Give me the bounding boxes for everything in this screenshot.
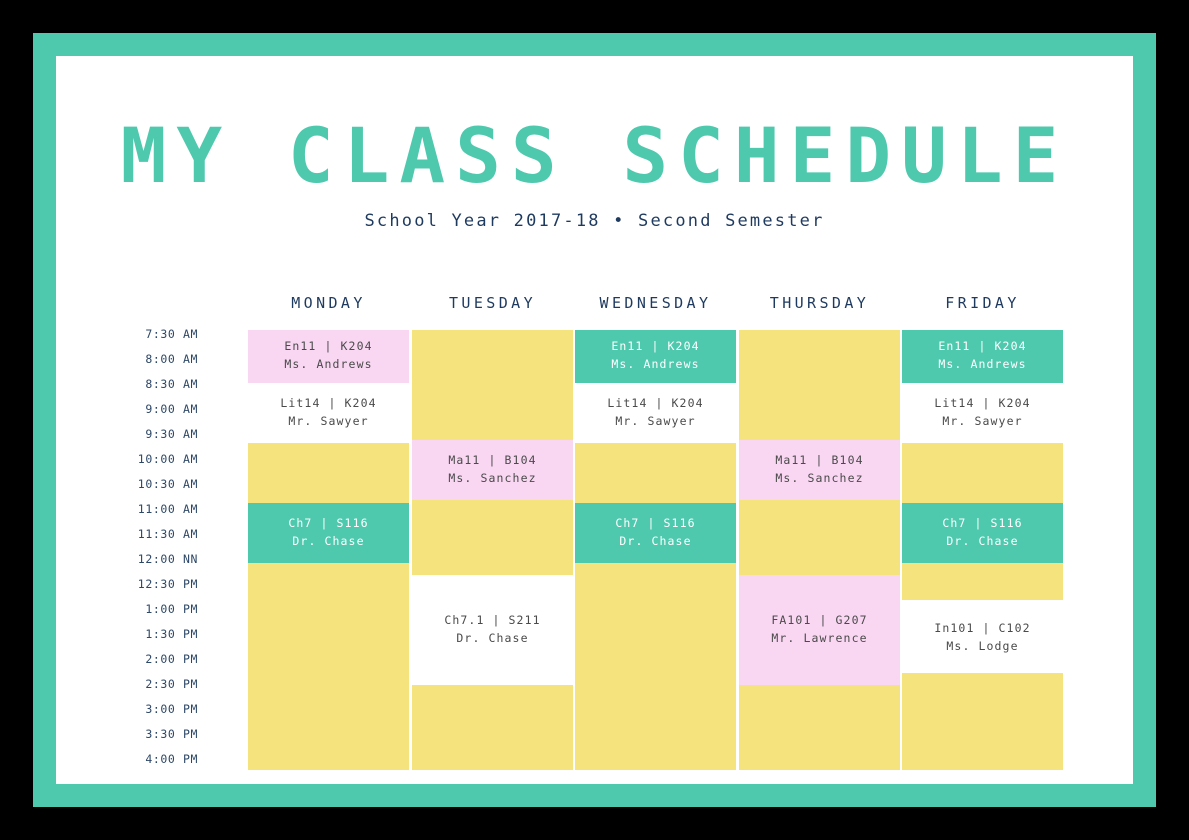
class-teacher: Ms. Sanchez bbox=[448, 471, 537, 485]
free-slot-block bbox=[902, 672, 1063, 770]
class-code: Lit14 | K204 bbox=[934, 395, 1031, 410]
time-label: 10:00 AM bbox=[137, 452, 198, 466]
class-block[interactable]: Ch7.1 | S211 Dr. Chase bbox=[412, 575, 573, 685]
class-teacher: Ms. Andrews bbox=[284, 357, 373, 372]
time-label: 3:30 PM bbox=[145, 727, 198, 741]
class-code: Ch7 | S116 bbox=[288, 515, 369, 530]
class-teacher: Ms. Andrews bbox=[611, 357, 700, 372]
time-label: 4:00 PM bbox=[145, 752, 198, 766]
free-slot-block bbox=[248, 442, 409, 503]
free-slot-block bbox=[248, 562, 409, 770]
time-label: 7:30 AM bbox=[145, 327, 198, 341]
class-code: In101 | C102 bbox=[934, 620, 1031, 635]
class-block[interactable]: Ma11 | B104 Ms. Sanchez bbox=[739, 440, 900, 500]
class-code: FA101 | G207 bbox=[771, 613, 868, 628]
class-teacher: Dr. Chase bbox=[292, 533, 365, 548]
free-slot-block bbox=[412, 330, 573, 440]
free-slot-block bbox=[575, 442, 736, 503]
time-label: 2:00 PM bbox=[145, 652, 198, 666]
free-slot-block bbox=[739, 685, 900, 770]
free-slot-block bbox=[575, 562, 736, 770]
class-teacher: Mr. Sawyer bbox=[942, 413, 1023, 428]
free-slot-block bbox=[739, 500, 900, 575]
day-header-monday: MONDAY bbox=[291, 294, 366, 312]
class-teacher: Ms. Sanchez bbox=[775, 471, 864, 485]
class-block[interactable]: In101 | C102 Ms. Lodge bbox=[902, 602, 1063, 673]
class-block[interactable]: FA101 | G207 Mr. Lawrence bbox=[739, 575, 900, 685]
class-code: Ch7 | S116 bbox=[615, 515, 696, 530]
class-code: Lit14 | K204 bbox=[280, 395, 377, 410]
class-teacher: Ms. Andrews bbox=[938, 357, 1027, 372]
time-label: 10:30 AM bbox=[137, 477, 198, 491]
day-column-friday: En11 | K204 Ms. Andrews Lit14 | K204 Mr. Sa… bbox=[902, 330, 1063, 770]
class-teacher: Dr. Chase bbox=[619, 533, 692, 548]
class-teacher: Mr. Sawyer bbox=[615, 413, 696, 428]
time-label: 12:00 NN bbox=[137, 552, 198, 566]
class-code: En11 | K204 bbox=[284, 339, 373, 354]
day-column-monday: En11 | K204 Ms. Andrews Lit14 | K204 Mr. Sa… bbox=[248, 330, 409, 770]
time-label: 8:00 AM bbox=[145, 352, 198, 366]
class-block[interactable]: En11 | K204 Ms. Andrews bbox=[575, 330, 736, 383]
day-header-friday: FRIDAY bbox=[945, 294, 1020, 312]
time-label: 1:30 PM bbox=[145, 627, 198, 641]
class-block[interactable]: Lit14 | K204 Mr. Sawyer bbox=[575, 382, 736, 443]
time-label: 3:00 PM bbox=[145, 702, 198, 716]
class-teacher: Mr. Sawyer bbox=[288, 413, 369, 428]
time-label: 9:30 AM bbox=[145, 427, 198, 441]
free-slot-block bbox=[412, 685, 573, 770]
class-teacher: Mr. Lawrence bbox=[771, 631, 868, 645]
free-slot-block bbox=[412, 500, 573, 575]
free-slot-block bbox=[739, 330, 900, 440]
class-block[interactable]: Lit14 | K204 Mr. Sawyer bbox=[248, 382, 409, 443]
class-code: Ch7 | S116 bbox=[942, 515, 1023, 530]
class-block[interactable]: En11 | K204 Ms. Andrews bbox=[248, 330, 409, 383]
free-slot-block bbox=[902, 442, 1063, 503]
class-block[interactable]: Ch7 | S116 Dr. Chase bbox=[248, 502, 409, 563]
time-label: 2:30 PM bbox=[145, 677, 198, 691]
class-code: Ma11 | B104 bbox=[448, 453, 537, 468]
class-code: Ma11 | B104 bbox=[775, 453, 864, 468]
time-label: 12:30 PM bbox=[137, 577, 198, 591]
class-code: Lit14 | K204 bbox=[607, 395, 704, 410]
poster-page: MY CLASS SCHEDULE School Year 2017-18 • … bbox=[56, 56, 1133, 784]
day-column-wednesday: En11 | K204 Ms. Andrews Lit14 | K204 Mr. Sa… bbox=[575, 330, 736, 770]
poster-frame: MY CLASS SCHEDULE School Year 2017-18 • … bbox=[33, 33, 1156, 807]
time-label: 9:00 AM bbox=[145, 402, 198, 416]
class-block[interactable]: Lit14 | K204 Mr. Sawyer bbox=[902, 382, 1063, 443]
class-code: En11 | K204 bbox=[938, 339, 1027, 354]
class-block[interactable]: Ma11 | B104 Ms. Sanchez bbox=[412, 440, 573, 500]
day-header-thursday: THURSDAY bbox=[769, 294, 870, 312]
day-column-tuesday: Ma11 | B104 Ms. Sanchez Ch7.1 | S211 Dr. Ch… bbox=[412, 330, 573, 770]
time-label: 11:30 AM bbox=[137, 527, 198, 541]
free-slot-block bbox=[902, 562, 1063, 600]
schedule-grid: MONDAY TUESDAY WEDNESDAY THURSDAY FRIDAY 7:30… bbox=[56, 56, 1133, 784]
class-teacher: Dr. Chase bbox=[456, 631, 529, 645]
class-teacher: Dr. Chase bbox=[946, 533, 1019, 548]
class-block[interactable]: En11 | K204 Ms. Andrews bbox=[902, 330, 1063, 383]
class-block[interactable]: Ch7 | S116 Dr. Chase bbox=[902, 502, 1063, 563]
day-header-tuesday: TUESDAY bbox=[448, 294, 536, 312]
class-code: En11 | K204 bbox=[611, 339, 700, 354]
time-label: 8:30 AM bbox=[145, 377, 198, 391]
day-header-wednesday: WEDNESDAY bbox=[599, 294, 712, 312]
class-teacher: Ms. Lodge bbox=[946, 638, 1019, 653]
class-block[interactable]: Ch7 | S116 Dr. Chase bbox=[575, 502, 736, 563]
time-label: 11:00 AM bbox=[137, 502, 198, 516]
time-label: 1:00 PM bbox=[145, 602, 198, 616]
class-code: Ch7.1 | S211 bbox=[444, 613, 541, 628]
day-column-thursday: Ma11 | B104 Ms. Sanchez FA101 | G207 Mr. La… bbox=[739, 330, 900, 770]
